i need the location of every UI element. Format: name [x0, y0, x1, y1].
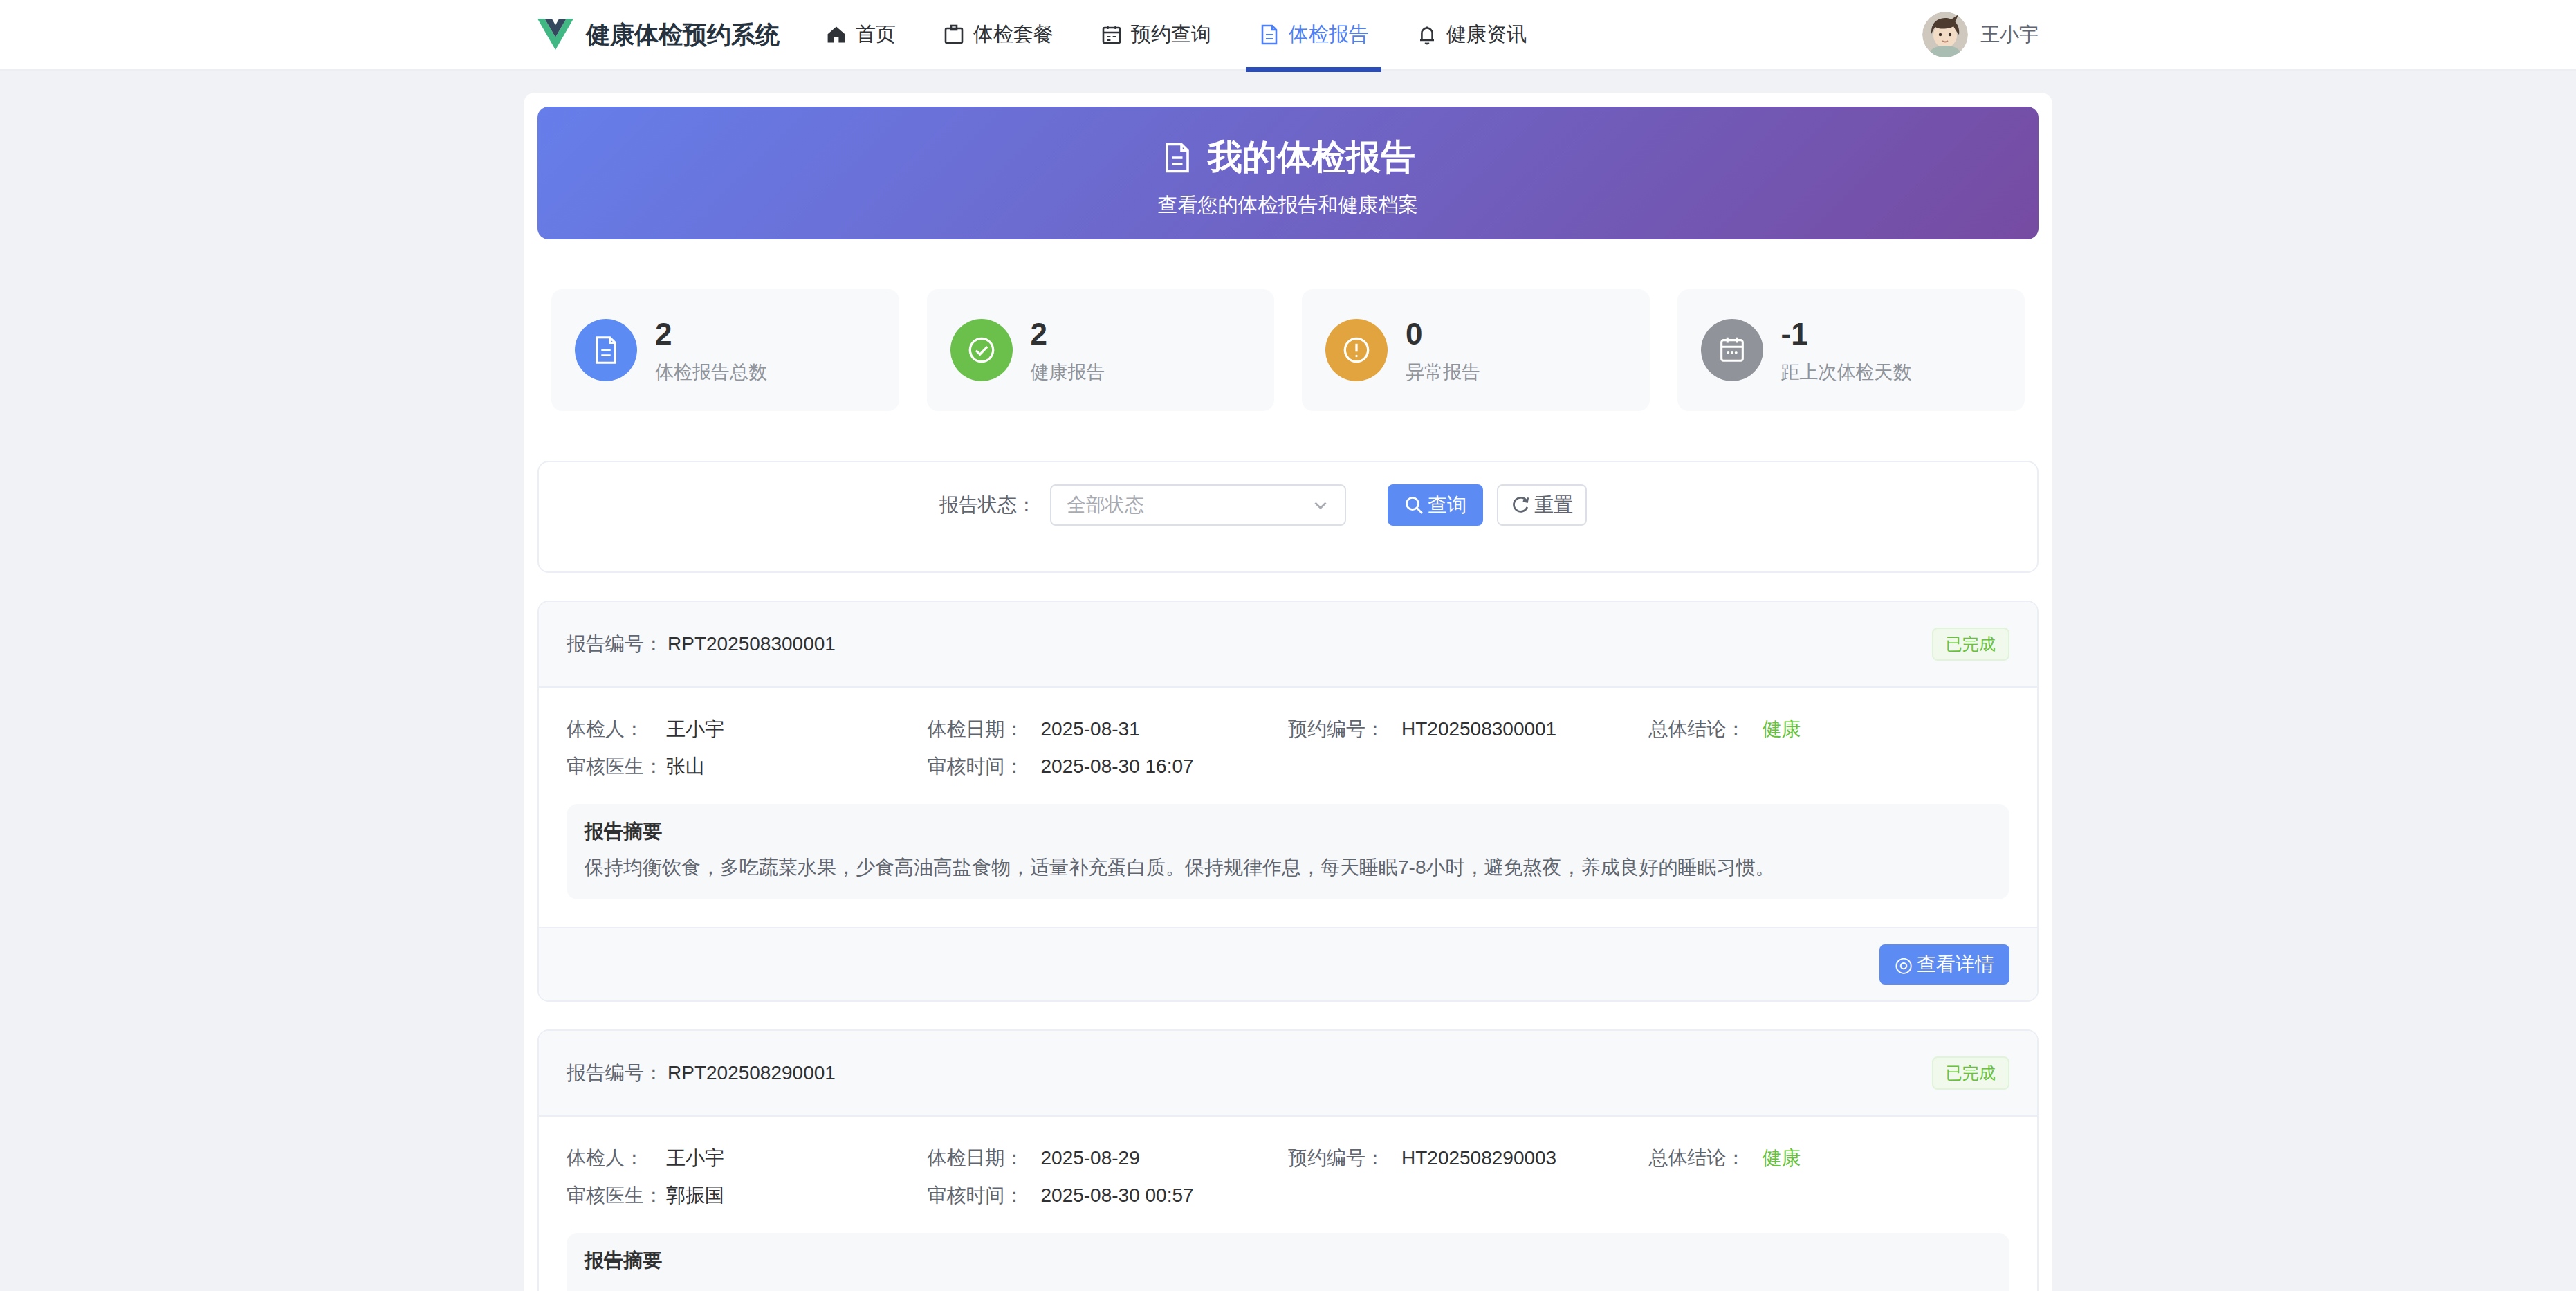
stat-value: -1	[1781, 318, 1912, 351]
field-value: 王小宇	[666, 715, 724, 743]
report-card: 报告编号：RPT202508300001 已完成 体检人： 王小宇 体检日期： …	[537, 601, 2039, 1002]
report-field: 总体结论： 健康	[1649, 1144, 2010, 1172]
chevron-down-icon	[1312, 496, 1330, 514]
summary-text: 保持均衡饮食，多吃蔬菜水果，少食高油高盐食物，适量补充蛋白质。保持规律作息，每天…	[585, 854, 1991, 881]
stat-label: 体检报告总数	[655, 362, 767, 383]
stat-value: 2	[1031, 318, 1105, 351]
select-placeholder: 全部状态	[1067, 492, 1144, 518]
refresh-icon	[1511, 495, 1530, 515]
avatar	[1922, 12, 1968, 57]
vue-logo-icon	[537, 19, 573, 51]
report-summary: 报告摘要	[567, 1233, 2009, 1291]
document-icon	[1161, 141, 1194, 174]
stat-card: 2 健康报告	[927, 289, 1275, 411]
nav-item[interactable]: 体检报告	[1246, 0, 1381, 69]
field-value: 郭振国	[666, 1182, 724, 1209]
query-button[interactable]: 查询	[1388, 484, 1483, 526]
field-label: 体检日期：	[928, 1144, 1041, 1172]
summary-title: 报告摘要	[585, 819, 1991, 844]
filter-label: 报告状态：	[939, 484, 1036, 571]
stat-card: 0 异常报告	[1302, 289, 1650, 411]
stat-card: 2 体检报告总数	[551, 289, 899, 411]
report-status-select[interactable]: 全部状态	[1050, 484, 1346, 526]
report-field: 体检日期： 2025-08-29	[928, 1144, 1289, 1172]
app-title: 健康体检预约系统	[586, 19, 780, 51]
search-icon	[1404, 495, 1424, 515]
nav-menu: 首页 体检套餐 预约查询 体检报告 健康资讯	[813, 0, 1561, 69]
page-banner: 我的体检报告 查看您的体检报告和健康档案	[537, 107, 2039, 239]
report-field: 体检日期： 2025-08-31	[928, 715, 1289, 743]
field-value: 王小宇	[666, 1144, 724, 1172]
field-value: 2025-08-31	[1041, 715, 1140, 743]
field-label: 审核时间：	[928, 753, 1041, 780]
field-value: 2025-08-30 16:07	[1041, 753, 1194, 780]
report-card: 报告编号：RPT202508290001 已完成 体检人： 王小宇 体检日期： …	[537, 1029, 2039, 1291]
report-field: 体检人： 王小宇	[567, 715, 928, 743]
stat-value: 0	[1406, 318, 1480, 351]
field-label: 体检人：	[567, 1144, 666, 1172]
field-label: 预约编号：	[1288, 715, 1401, 743]
stats-row: 2 体检报告总数 2 健康报告 0 异常报告 -1 距上次体检天数	[551, 289, 2025, 411]
report-field: 审核医生： 张山	[567, 753, 928, 780]
report-body: 体检人： 王小宇 体检日期： 2025-08-31 预约编号： HT202508…	[539, 688, 2037, 927]
nav-item[interactable]: 健康资讯	[1404, 0, 1539, 69]
field-value: 健康	[1763, 715, 1801, 743]
reset-button[interactable]: 重置	[1497, 484, 1587, 526]
report-summary: 报告摘要 保持均衡饮食，多吃蔬菜水果，少食高油高盐食物，适量补充蛋白质。保持规律…	[567, 804, 2009, 899]
field-label: 总体结论：	[1649, 715, 1763, 743]
report-number: 报告编号：RPT202508300001	[567, 631, 836, 657]
report-footer: ◎ 查看详情	[539, 927, 2037, 1000]
stat-label: 健康报告	[1031, 362, 1105, 383]
banner-title: 我的体检报告	[537, 107, 2039, 181]
stat-card: -1 距上次体检天数	[1677, 289, 2025, 411]
user-name: 王小宇	[1980, 21, 2039, 48]
field-label: 审核医生：	[567, 1182, 666, 1209]
nav-item[interactable]: 体检套餐	[930, 0, 1066, 69]
banner-subtitle: 查看您的体检报告和健康档案	[537, 192, 2039, 219]
field-value: 张山	[666, 753, 705, 780]
nav-item[interactable]: 首页	[813, 0, 908, 69]
report-list: 报告编号：RPT202508300001 已完成 体检人： 王小宇 体检日期： …	[537, 601, 2039, 1291]
field-value: 2025-08-29	[1041, 1144, 1140, 1172]
report-body: 体检人： 王小宇 体检日期： 2025-08-29 预约编号： HT202508…	[539, 1117, 2037, 1291]
user-menu[interactable]: 王小宇	[1922, 12, 2039, 57]
view-detail-button[interactable]: ◎ 查看详情	[1879, 944, 2009, 985]
report-number: 报告编号：RPT202508290001	[567, 1060, 836, 1086]
stat-label: 距上次体检天数	[1781, 362, 1912, 383]
report-field: 审核时间： 2025-08-30 00:57	[928, 1182, 1289, 1209]
report-header: 报告编号：RPT202508290001 已完成	[539, 1031, 2037, 1117]
report-field: 审核医生： 郭振国	[567, 1182, 928, 1209]
field-label: 审核时间：	[928, 1182, 1041, 1209]
report-field: 审核时间： 2025-08-30 16:07	[928, 753, 1289, 780]
report-field: 体检人： 王小宇	[567, 1144, 928, 1172]
report-field: 预约编号： HT202508300001	[1288, 715, 1649, 743]
field-label: 体检日期：	[928, 715, 1041, 743]
navbar: 健康体检预约系统 首页 体检套餐 预约查询 体检报告 健康资讯	[0, 0, 2576, 71]
filter-card: 报告状态： 全部状态 查询 重置	[537, 461, 2039, 573]
field-value: 2025-08-30 00:57	[1041, 1182, 1194, 1209]
field-value: HT202508300001	[1401, 715, 1556, 743]
field-label: 审核医生：	[567, 753, 666, 780]
status-badge: 已完成	[1932, 628, 2009, 661]
field-value: HT202508290003	[1401, 1144, 1556, 1172]
field-label: 体检人：	[567, 715, 666, 743]
eye-icon: ◎	[1895, 954, 1913, 975]
status-badge: 已完成	[1932, 1056, 2009, 1090]
report-header: 报告编号：RPT202508300001 已完成	[539, 602, 2037, 688]
main-panel: 我的体检报告 查看您的体检报告和健康档案 2 体检报告总数 2 健康报告 0 异…	[524, 93, 2052, 1291]
nav-item[interactable]: 预约查询	[1088, 0, 1224, 69]
summary-title: 报告摘要	[585, 1248, 1991, 1273]
page: 健康体检预约系统 首页 体检套餐 预约查询 体检报告 健康资讯	[0, 0, 2576, 1291]
field-value: 健康	[1763, 1144, 1801, 1172]
report-field: 总体结论： 健康	[1649, 715, 2010, 743]
summary-text	[585, 1283, 1991, 1291]
stat-value: 2	[655, 318, 767, 351]
field-label: 预约编号：	[1288, 1144, 1401, 1172]
field-label: 总体结论：	[1649, 1144, 1763, 1172]
report-field: 预约编号： HT202508290003	[1288, 1144, 1649, 1172]
stat-label: 异常报告	[1406, 362, 1480, 383]
